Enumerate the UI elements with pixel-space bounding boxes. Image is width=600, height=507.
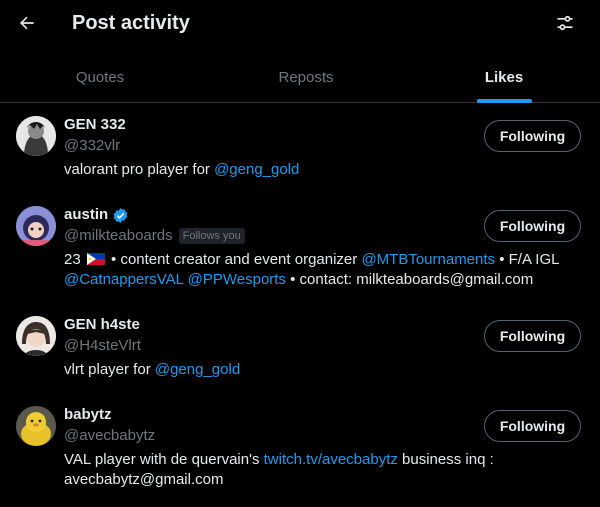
bio-text: VAL player with de quervain's [64,451,264,468]
bio-text: avecbabytz@gmail.com [64,471,224,488]
user-handle[interactable]: @milkteaboards [64,226,173,246]
page-title: Post activity [72,12,190,34]
back-button[interactable] [14,10,40,36]
tab-reposts[interactable]: Reposts [206,52,406,102]
user-handle[interactable]: @332vlr [64,136,120,156]
user-bio: valorant pro player for @geng_gold [64,160,564,180]
bio-mention[interactable]: @MTBTournaments [361,251,495,268]
tab-likes[interactable]: Likes [404,52,600,102]
avatar-image [16,316,56,356]
user-bio: vlrt player for @geng_gold [64,360,564,380]
arrow-left-icon [20,16,34,30]
user-cell[interactable]: babytz @avecbabytz VAL player with de qu… [0,393,600,503]
follows-you-badge: Follows you [178,228,245,244]
bio-text: business inq : [397,451,494,468]
user-bio: VAL player with de quervain's twitch.tv/… [64,450,564,490]
avatar[interactable] [16,206,56,246]
verified-badge-icon [113,207,128,223]
avatar[interactable] [16,316,56,356]
avatar-image [16,406,56,446]
bio-text: • content creator and event organizer [106,251,362,268]
user-cell[interactable]: GEN h4ste @H4steVlrt vlrt player for @ge… [0,303,600,393]
user-name[interactable]: austin [64,205,108,225]
avatar-image [16,116,56,156]
avatar-image [16,206,56,246]
bio-text: • F/A IGL [495,251,560,268]
following-button[interactable]: Following [484,210,581,242]
user-handle[interactable]: @H4steVlrt [64,336,141,356]
bio-mention[interactable]: @PPWesports [188,271,286,288]
header: Post activity [0,0,600,46]
user-name[interactable]: GEN h4ste [64,315,140,335]
bio-text: 23 [64,251,81,268]
following-button[interactable]: Following [484,410,581,442]
tab-quotes[interactable]: Quotes [0,52,200,102]
following-button[interactable]: Following [484,120,581,152]
user-name[interactable]: GEN 332 [64,115,126,135]
user-handle[interactable]: @avecbabytz [64,426,155,446]
bio-text: vlrt player for [64,361,155,378]
bio-text: • contact: milkteaboards@gmail.com [285,271,534,288]
avatar[interactable] [16,116,56,156]
bio-mention[interactable]: @geng_gold [155,361,240,378]
avatar[interactable] [16,406,56,446]
user-cell[interactable]: GEN 332 @332vlr valorant pro player for … [0,103,600,193]
user-name[interactable]: babytz [64,405,112,425]
user-bio: 23 • content creator and event organizer… [64,250,564,290]
bio-mention[interactable]: @geng_gold [214,161,299,178]
following-button[interactable]: Following [484,320,581,352]
philippines-flag-icon [86,253,105,265]
bio-link[interactable]: twitch.tv/avecbabytz [264,451,398,468]
sliders-icon [557,15,573,31]
bio-mention[interactable]: @CatnappersVAL [64,271,183,288]
filter-button[interactable] [552,10,578,36]
user-cell[interactable]: austin @milkteaboards Follows you 23 • c… [0,193,600,303]
bio-text: valorant pro player for [64,161,215,178]
tab-bar: Quotes Reposts Likes [0,52,600,103]
